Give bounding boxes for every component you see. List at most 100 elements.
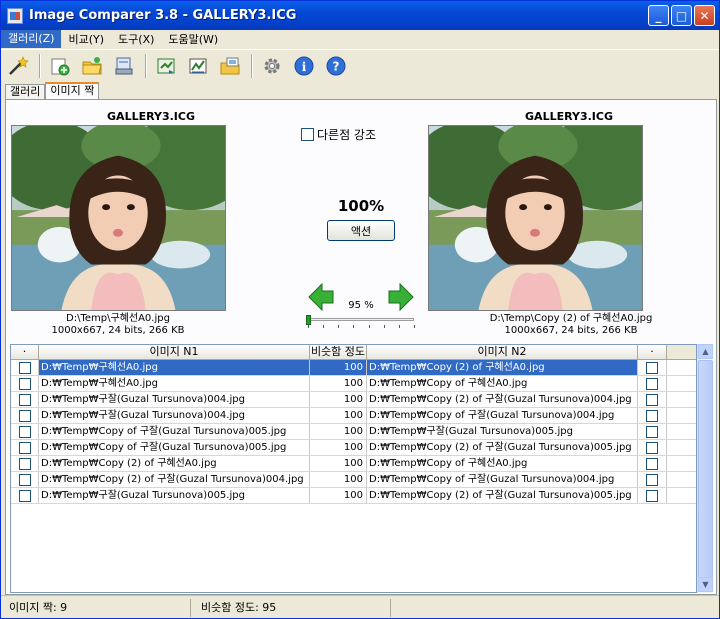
scroll-down-button[interactable]: ▼	[698, 577, 713, 592]
cell-image-n1[interactable]: D:₩Temp₩Copy of 구잘(Guzal Tursunova)005.j…	[39, 440, 310, 455]
cell-image-n2[interactable]: D:₩Temp₩구잘(Guzal Tursunova)005.jpg	[367, 424, 638, 439]
row-checkbox-right[interactable]	[638, 488, 667, 503]
tab-image-pairs[interactable]: 이미지 짝	[45, 82, 100, 100]
row-checkbox-right[interactable]	[638, 424, 667, 439]
cell-image-n2[interactable]: D:₩Temp₩Copy of 구잘(Guzal Tursunova)004.j…	[367, 408, 638, 423]
row-checkbox-left[interactable]	[11, 440, 39, 455]
cell-image-n1[interactable]: D:₩Temp₩Copy (2) of 구혜선A0.jpg	[39, 456, 310, 471]
previous-arrow-icon[interactable]	[308, 283, 334, 311]
settings-icon[interactable]	[259, 53, 285, 79]
header-similarity[interactable]: 비슷함 정도	[310, 345, 367, 359]
row-checkbox[interactable]	[18, 361, 31, 374]
row-checkbox-right[interactable]	[638, 472, 667, 487]
cell-similarity[interactable]: 100	[310, 360, 367, 375]
compare-lines-icon[interactable]	[185, 53, 211, 79]
gallery-icon[interactable]	[217, 53, 243, 79]
row-checkbox[interactable]	[646, 409, 658, 422]
row-checkbox-right[interactable]	[638, 360, 667, 375]
right-image-preview[interactable]	[428, 125, 643, 311]
cell-image-n2[interactable]: D:₩Temp₩Copy (2) of 구잘(Guzal Tursunova)0…	[367, 392, 638, 407]
scroll-thumb[interactable]	[698, 360, 713, 580]
row-checkbox[interactable]	[646, 377, 658, 390]
row-checkbox[interactable]	[18, 377, 31, 390]
cell-similarity[interactable]: 100	[310, 440, 367, 455]
row-checkbox[interactable]	[646, 393, 658, 406]
header-check-right[interactable]: ·	[638, 345, 667, 359]
menu-help[interactable]: 도움말(W)	[161, 31, 225, 47]
row-checkbox[interactable]	[18, 425, 31, 438]
row-checkbox-left[interactable]	[11, 488, 39, 503]
row-checkbox[interactable]	[18, 393, 31, 406]
table-row[interactable]: D:₩Temp₩구잘(Guzal Tursunova)005.jpg 100 D:₩…	[11, 488, 696, 504]
cell-similarity[interactable]: 100	[310, 408, 367, 423]
zoom-slider-thumb[interactable]	[306, 315, 311, 325]
row-checkbox-right[interactable]	[638, 392, 667, 407]
scan-icon[interactable]	[111, 53, 137, 79]
header-image-n1[interactable]: 이미지 N1	[39, 345, 310, 359]
highlight-differences-checkbox[interactable]	[301, 128, 314, 141]
action-button[interactable]: 액션	[327, 220, 395, 241]
row-checkbox[interactable]	[646, 473, 658, 486]
cell-similarity[interactable]: 100	[310, 424, 367, 439]
row-checkbox[interactable]	[18, 489, 31, 502]
minimize-button[interactable]: _	[648, 5, 669, 26]
row-checkbox-left[interactable]	[11, 472, 39, 487]
scroll-up-button[interactable]: ▲	[698, 344, 713, 359]
cell-similarity[interactable]: 100	[310, 376, 367, 391]
left-image-preview[interactable]	[11, 125, 226, 311]
table-row[interactable]: D:₩Temp₩Copy (2) of 구잘(Guzal Tursunova)0…	[11, 472, 696, 488]
cell-image-n1[interactable]: D:₩Temp₩구잘(Guzal Tursunova)004.jpg	[39, 392, 310, 407]
next-arrow-icon[interactable]	[388, 283, 414, 311]
row-checkbox-left[interactable]	[11, 392, 39, 407]
vertical-scrollbar[interactable]: ▲ ▼	[697, 344, 713, 593]
cell-image-n2[interactable]: D:₩Temp₩Copy of 구혜선A0.jpg	[367, 376, 638, 391]
row-checkbox[interactable]	[646, 457, 658, 470]
header-image-n2[interactable]: 이미지 N2	[367, 345, 638, 359]
cell-image-n1[interactable]: D:₩Temp₩Copy of 구잘(Guzal Tursunova)005.j…	[39, 424, 310, 439]
table-row[interactable]: D:₩Temp₩구혜선A0.jpg 100 D:₩Temp₩Copy of 구혜선A…	[11, 376, 696, 392]
cell-image-n2[interactable]: D:₩Temp₩Copy of 구혜선A0.jpg	[367, 456, 638, 471]
open-folder-icon[interactable]	[79, 53, 105, 79]
compare-icon[interactable]	[153, 53, 179, 79]
cell-image-n2[interactable]: D:₩Temp₩Copy of 구잘(Guzal Tursunova)004.j…	[367, 472, 638, 487]
zoom-slider[interactable]	[306, 314, 416, 330]
row-checkbox[interactable]	[646, 425, 658, 438]
row-checkbox[interactable]	[18, 409, 31, 422]
cell-image-n2[interactable]: D:₩Temp₩Copy (2) of 구혜선A0.jpg	[367, 360, 638, 375]
table-row[interactable]: D:₩Temp₩Copy of 구잘(Guzal Tursunova)005.j…	[11, 440, 696, 456]
cell-image-n2[interactable]: D:₩Temp₩Copy (2) of 구잘(Guzal Tursunova)0…	[367, 488, 638, 503]
row-checkbox-left[interactable]	[11, 376, 39, 391]
row-checkbox-right[interactable]	[638, 376, 667, 391]
row-checkbox[interactable]	[646, 489, 658, 502]
row-checkbox-left[interactable]	[11, 424, 39, 439]
row-checkbox-left[interactable]	[11, 408, 39, 423]
add-image-icon[interactable]	[47, 53, 73, 79]
menu-tools[interactable]: 도구(X)	[111, 31, 161, 47]
highlight-differences-option[interactable]: 다른점 강조	[301, 126, 376, 143]
table-row[interactable]: D:₩Temp₩구혜선A0.jpg 100 D:₩Temp₩Copy (2) of …	[11, 360, 696, 376]
row-checkbox[interactable]	[18, 441, 31, 454]
cell-image-n1[interactable]: D:₩Temp₩구잘(Guzal Tursunova)004.jpg	[39, 408, 310, 423]
cell-image-n1[interactable]: D:₩Temp₩Copy (2) of 구잘(Guzal Tursunova)0…	[39, 472, 310, 487]
row-checkbox[interactable]	[18, 473, 31, 486]
wand-icon[interactable]	[5, 53, 31, 79]
row-checkbox-right[interactable]	[638, 456, 667, 471]
title-bar[interactable]: Image Comparer 3.8 - GALLERY3.ICG _ □ ✕	[1, 1, 719, 30]
cell-image-n1[interactable]: D:₩Temp₩구혜선A0.jpg	[39, 376, 310, 391]
table-row[interactable]: D:₩Temp₩구잘(Guzal Tursunova)004.jpg 100 D:₩…	[11, 392, 696, 408]
cell-similarity[interactable]: 100	[310, 472, 367, 487]
cell-image-n2[interactable]: D:₩Temp₩Copy (2) of 구잘(Guzal Tursunova)0…	[367, 440, 638, 455]
row-checkbox[interactable]	[646, 361, 658, 374]
row-checkbox[interactable]	[646, 441, 658, 454]
cell-similarity[interactable]: 100	[310, 392, 367, 407]
cell-image-n1[interactable]: D:₩Temp₩구잘(Guzal Tursunova)005.jpg	[39, 488, 310, 503]
row-checkbox-left[interactable]	[11, 456, 39, 471]
info-icon[interactable]: i	[291, 53, 317, 79]
cell-similarity[interactable]: 100	[310, 456, 367, 471]
row-checkbox[interactable]	[18, 457, 31, 470]
row-checkbox-left[interactable]	[11, 360, 39, 375]
table-row[interactable]: D:₩Temp₩Copy of 구잘(Guzal Tursunova)005.j…	[11, 424, 696, 440]
help-icon[interactable]: ?	[323, 53, 349, 79]
cell-image-n1[interactable]: D:₩Temp₩구혜선A0.jpg	[39, 360, 310, 375]
header-check-left[interactable]: ·	[11, 345, 39, 359]
